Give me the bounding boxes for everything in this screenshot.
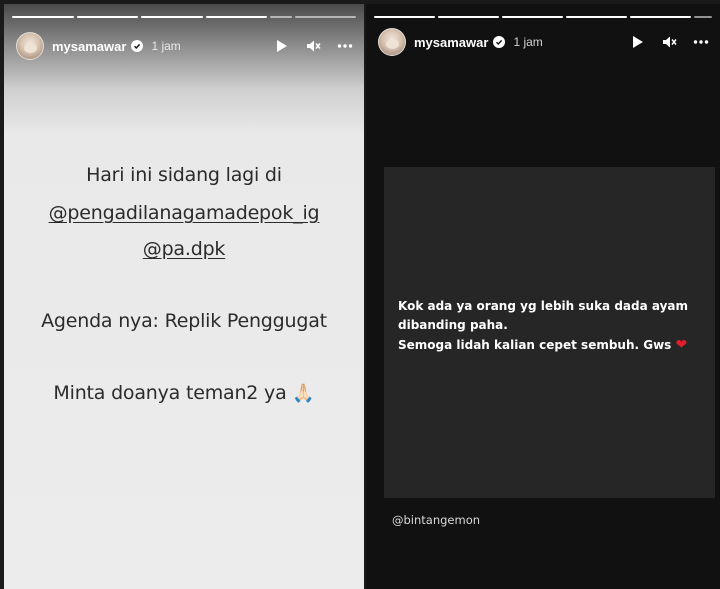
mute-icon[interactable] bbox=[304, 37, 322, 55]
post-time: 1 jam bbox=[513, 35, 543, 49]
quoted-post-card[interactable]: Kok ada ya orang yg lebih suka dada ayam… bbox=[384, 167, 715, 498]
story-progress-bar bbox=[12, 16, 357, 18]
story-text-line: Minta doanya teman2 ya 🙏🏻 bbox=[4, 382, 364, 404]
progress-segment bbox=[501, 16, 563, 18]
heart-emoji: ❤ bbox=[675, 337, 688, 353]
story-text-line: Hari ini sidang lagi di bbox=[86, 164, 282, 186]
progress-segment bbox=[294, 16, 357, 18]
post-time: 1 jam bbox=[151, 39, 181, 53]
progress-segment bbox=[437, 16, 499, 18]
progress-segment bbox=[374, 16, 435, 18]
story-controls bbox=[628, 33, 710, 51]
username[interactable]: mysamawar bbox=[414, 35, 488, 50]
progress-segment bbox=[205, 16, 267, 18]
quote-text-line: dibanding paha. bbox=[398, 318, 508, 332]
progress-segment bbox=[141, 16, 203, 18]
story-controls bbox=[272, 37, 354, 55]
screenshot-frame: mysamawar 1 jam Hari ini sidang lagi di … bbox=[0, 0, 720, 589]
play-icon[interactable] bbox=[272, 37, 290, 55]
progress-segment bbox=[693, 16, 712, 18]
mute-icon[interactable] bbox=[660, 33, 678, 51]
username[interactable]: mysamawar bbox=[52, 39, 126, 54]
quote-text-line: Semoga lidah kalian cepet sembuh. Gws ❤ bbox=[398, 337, 687, 353]
avatar[interactable] bbox=[16, 32, 44, 60]
story-header: mysamawar 1 jam bbox=[16, 28, 354, 64]
story-header: mysamawar 1 jam bbox=[378, 24, 710, 60]
verified-badge-icon bbox=[493, 36, 506, 48]
story-progress-bar bbox=[374, 16, 712, 18]
progress-segment bbox=[12, 16, 74, 18]
play-icon[interactable] bbox=[628, 33, 646, 51]
progress-segment bbox=[565, 16, 627, 18]
story-text-line: Agenda nya: Replik Penggugat bbox=[41, 310, 327, 332]
story-text-line: Minta doanya teman2 ya bbox=[53, 382, 287, 404]
progress-segment bbox=[76, 16, 138, 18]
story-right[interactable]: mysamawar 1 jam Kok ada ya orang yg lebi… bbox=[366, 4, 720, 589]
praying-hands-emoji: 🙏🏻 bbox=[292, 383, 315, 404]
progress-segment bbox=[270, 16, 292, 18]
story-left[interactable]: mysamawar 1 jam Hari ini sidang lagi di … bbox=[4, 4, 364, 589]
more-icon[interactable] bbox=[692, 33, 710, 51]
more-icon[interactable] bbox=[336, 37, 354, 55]
quote-text-line: Kok ada ya orang yg lebih suka dada ayam bbox=[398, 299, 689, 313]
avatar[interactable] bbox=[378, 28, 406, 56]
verified-badge-icon bbox=[131, 40, 144, 52]
source-credit-mention[interactable]: @bintangemon bbox=[392, 513, 480, 527]
quote-text-line: Semoga lidah kalian cepet sembuh. Gws bbox=[398, 338, 672, 352]
mention-link[interactable]: @pa.dpk bbox=[4, 238, 364, 260]
mention-link[interactable]: @pengadilanagamadepok_ig bbox=[4, 202, 364, 224]
progress-segment bbox=[629, 16, 691, 18]
